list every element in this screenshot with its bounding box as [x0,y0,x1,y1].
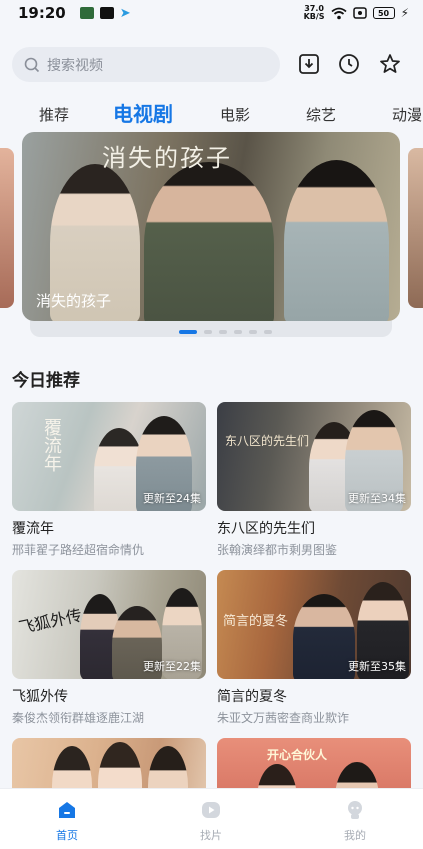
carousel-dot [264,330,272,334]
notification-icons: ➤ [79,5,131,21]
banner-figure-man-center [144,162,274,321]
video-card[interactable]: 东八区的先生们 更新至34集 东八区的先生们 张翰演绎都市剩男图鉴 [217,402,411,558]
charging-icon: ⚡ [400,6,409,20]
video-title: 简言的夏冬 [217,689,287,705]
video-thumbnail: 简言的夏冬 更新至35集 [217,570,411,679]
carousel-indicator [14,330,423,334]
thumbnail-art-title: 飞狐外传 [17,605,84,638]
battery-icon: 50 [372,7,395,19]
nav-profile[interactable]: 我的 [325,799,385,843]
download-icon[interactable] [297,52,321,76]
episode-badge: 更新至22集 [143,660,201,673]
carousel-dot [179,330,197,334]
search-icon [24,57,40,72]
video-subtitle: 邢菲翟子路经超宿命情仇 [12,543,145,557]
video-subtitle: 张翰演绎都市剩男图鉴 [217,543,338,557]
section-title: 今日推荐 [12,371,80,391]
category-tabs: 推荐 电视剧 电影 综艺 动漫 [0,96,423,130]
nav-home[interactable]: 首页 [37,799,97,843]
wifi-icon [330,7,347,19]
banner-carousel: 消失的孩子 消失的孩子 [0,130,423,348]
carousel-dot [204,330,212,334]
nav-discover[interactable]: 找片 [181,799,241,843]
search-bar[interactable]: 搜索视频 [12,47,280,82]
discover-icon [202,802,220,818]
video-card[interactable]: 覆流年 更新至24集 覆流年 邢菲翟子路经超宿命情仇 [12,402,206,558]
thumbnail-art-title: 简言的夏冬 [223,614,289,629]
status-bar: 19:20 ➤ 37.0 KB/S 50 ⚡ [0,0,423,26]
net-speed: 37.0 KB/S [303,4,325,21]
home-icon [59,802,75,818]
nav-home-label: 首页 [56,829,78,842]
banner-slide[interactable]: 消失的孩子 消失的孩子 [22,132,400,321]
video-title: 覆流年 [12,521,54,537]
banner-next-peek[interactable] [408,148,423,308]
thumbnail-art-title: 覆流年 [41,418,62,472]
carousel-dot [219,330,227,334]
thumbnail-art-title: 东八区的先生们 [225,434,310,448]
banner-prev-peek[interactable] [0,148,14,308]
tiktok-icon [99,7,114,19]
send-icon: ➤ [119,5,131,21]
history-icon[interactable] [337,52,361,76]
thumbnail-figure [293,594,355,679]
tab-recommend[interactable]: 推荐 [39,104,69,125]
profile-icon [348,801,362,819]
status-time: 19:20 [18,4,66,22]
episode-badge: 更新至24集 [143,492,201,505]
tab-anime[interactable]: 动漫 [392,104,422,125]
favorites-star-icon[interactable] [378,52,402,76]
screen-record-icon [352,7,367,19]
video-thumbnail: 覆流年 更新至24集 [12,402,206,511]
tab-tv-series[interactable]: 电视剧 [113,98,173,127]
video-card[interactable]: 简言的夏冬 更新至35集 简言的夏冬 朱亚文万茜密查商业欺诈 [217,570,411,726]
carousel-dot [249,330,257,334]
banner-shadow [30,319,392,337]
video-title: 飞狐外传 [12,689,68,705]
nav-profile-label: 我的 [344,829,366,842]
video-subtitle: 朱亚文万茜密查商业欺诈 [217,711,350,725]
banner-figure-man-right [284,160,389,321]
tab-variety[interactable]: 综艺 [306,104,336,125]
tab-movies[interactable]: 电影 [220,104,250,125]
episode-badge: 更新至35集 [348,660,406,673]
carousel-dot [234,330,242,334]
app-notification-icon [79,7,94,19]
banner-caption: 消失的孩子 [36,292,112,310]
video-thumbnail: 东八区的先生们 更新至34集 [217,402,411,511]
banner-title-art: 消失的孩子 [102,144,232,172]
episode-badge: 更新至34集 [348,492,406,505]
thumbnail-art-title: 开心合伙人 [267,748,328,762]
nav-discover-label: 找片 [200,829,222,842]
bottom-navigation: 首页 找片 我的 [0,788,423,849]
video-subtitle: 秦俊杰领衔群雄逐鹿江湖 [12,711,145,725]
video-thumbnail: 飞狐外传 更新至22集 [12,570,206,679]
search-placeholder: 搜索视频 [47,57,103,74]
video-card[interactable]: 飞狐外传 更新至22集 飞狐外传 秦俊杰领衔群雄逐鹿江湖 [12,570,206,726]
video-title: 东八区的先生们 [217,521,315,537]
